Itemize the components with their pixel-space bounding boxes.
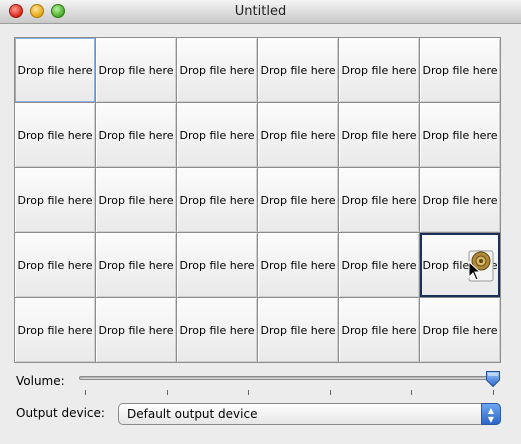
drop-cell[interactable]: Drop file here <box>15 38 95 102</box>
drop-cell-label: Drop file here <box>260 63 336 77</box>
drop-cell[interactable]: Drop file here <box>339 168 419 232</box>
volume-tick <box>166 390 168 395</box>
drop-cell[interactable]: Drop file here <box>15 103 95 167</box>
volume-tick <box>493 390 494 395</box>
drop-cell[interactable]: Drop file here <box>15 298 95 362</box>
volume-slider-knob[interactable] <box>485 370 501 388</box>
drop-cell[interactable]: Drop file here <box>177 168 257 232</box>
title-bar[interactable]: Untitled <box>0 0 521 24</box>
drop-cell[interactable]: Drop file here <box>420 233 500 297</box>
drop-cell[interactable]: Drop file here <box>96 233 176 297</box>
drop-cell[interactable]: Drop file here <box>420 103 500 167</box>
drop-cell[interactable]: Drop file here <box>420 298 500 362</box>
drop-cell-label: Drop file here <box>422 63 498 77</box>
drop-cell-label: Drop file here <box>422 128 498 142</box>
drop-cell-label: Drop file here <box>179 258 255 272</box>
drop-cell[interactable]: Drop file here <box>258 168 338 232</box>
drop-cell[interactable]: Drop file here <box>258 103 338 167</box>
volume-tick <box>85 390 86 395</box>
drop-cell[interactable]: Drop file here <box>339 103 419 167</box>
drop-cell-label: Drop file here <box>341 128 417 142</box>
volume-tick <box>329 390 331 395</box>
drop-cell-label: Drop file here <box>17 63 93 77</box>
drop-cell[interactable]: Drop file here <box>258 38 338 102</box>
drop-cell-label: Drop file here <box>341 193 417 207</box>
window-title: Untitled <box>234 4 287 19</box>
drop-cell-label: Drop file here <box>17 323 93 337</box>
drop-cell[interactable]: Drop file here <box>96 298 176 362</box>
drop-cell-label: Drop file here <box>341 63 417 77</box>
drop-cell-label: Drop file here <box>179 193 255 207</box>
drop-cell[interactable]: Drop file here <box>96 168 176 232</box>
drop-cell[interactable]: Drop file here <box>339 298 419 362</box>
volume-slider-track[interactable] <box>79 376 497 380</box>
output-device-value: Default output device <box>127 407 258 421</box>
drop-cell[interactable]: Drop file here <box>177 38 257 102</box>
drop-cell-label: Drop file here <box>179 128 255 142</box>
drop-cell[interactable]: Drop file here <box>15 233 95 297</box>
drop-cell[interactable]: Drop file here <box>420 38 500 102</box>
drop-cell-label: Drop file here <box>260 323 336 337</box>
drop-cell-label: Drop file here <box>260 193 336 207</box>
drop-cell-label: Drop file here <box>98 63 174 77</box>
drop-cell-label: Drop file here <box>17 258 93 272</box>
drop-grid: Drop file here Drop file here Drop file he… <box>14 37 501 363</box>
output-device-label: Output device: <box>16 406 105 420</box>
drop-cell-label: Drop file here <box>260 128 336 142</box>
drop-cell-label: Drop file here <box>98 128 174 142</box>
drop-cell-label: Drop file here <box>17 193 93 207</box>
drop-cell[interactable]: Drop file here <box>258 298 338 362</box>
volume-label: Volume: <box>16 374 65 388</box>
volume-tick <box>248 390 250 395</box>
drop-cell[interactable]: Drop file here <box>339 233 419 297</box>
drop-cell-label: Drop file here <box>260 258 336 272</box>
drop-cell-label: Drop file here <box>98 193 174 207</box>
drop-cell-label: Drop file here <box>98 323 174 337</box>
drop-cell-label: Drop file here <box>422 193 498 207</box>
drop-cell[interactable]: Drop file here <box>177 233 257 297</box>
drop-cell-label: Drop file here <box>341 258 417 272</box>
drop-cell-label: Drop file here <box>341 323 417 337</box>
drop-cell[interactable]: Drop file here <box>15 168 95 232</box>
output-device-select[interactable]: Default output device ▲ ▼ <box>118 403 501 425</box>
select-arrows-icon: ▲ ▼ <box>481 403 501 425</box>
drop-cell-label: Drop file here <box>179 323 255 337</box>
arrow-cursor-icon <box>468 261 482 281</box>
drop-cell[interactable]: Drop file here <box>339 38 419 102</box>
drop-cell-label: Drop file here <box>98 258 174 272</box>
drop-cell[interactable]: Drop file here <box>96 38 176 102</box>
drop-cell-label: Drop file here <box>422 323 498 337</box>
drop-cell[interactable]: Drop file here <box>177 298 257 362</box>
drop-cell-label: Drop file here <box>179 63 255 77</box>
drop-cell[interactable]: Drop file here <box>258 233 338 297</box>
drop-cell[interactable]: Drop file here <box>96 103 176 167</box>
app-window: Untitled Drop file here Drop file here Dro… <box>0 0 521 444</box>
drop-cell-label: Drop file here <box>17 128 93 142</box>
volume-tick <box>411 390 413 395</box>
drop-cell[interactable]: Drop file here <box>177 103 257 167</box>
drop-cell[interactable]: Drop file here <box>420 168 500 232</box>
